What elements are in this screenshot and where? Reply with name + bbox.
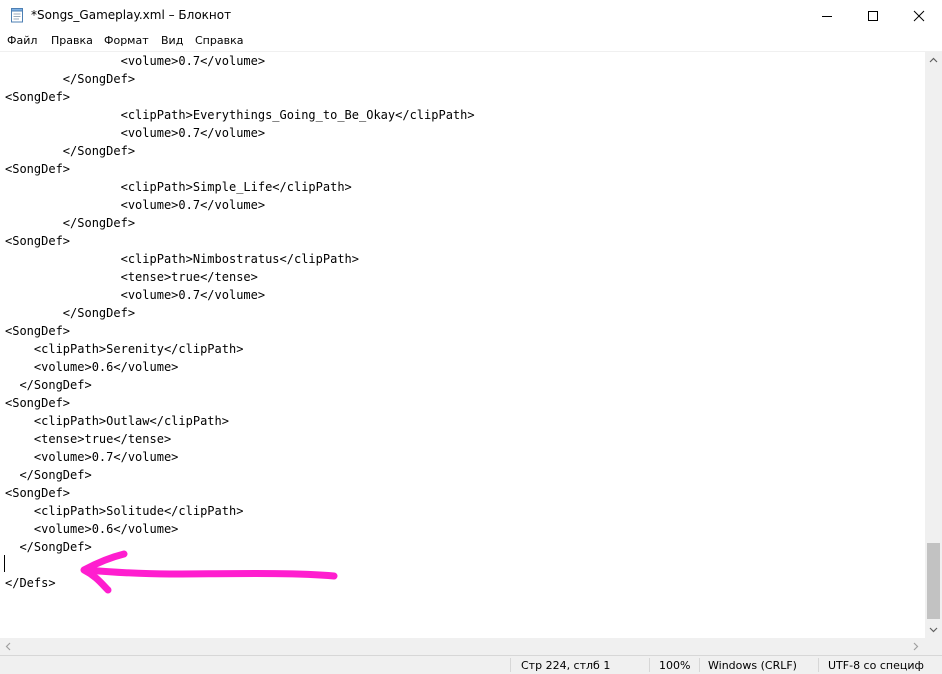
status-separator <box>818 658 819 672</box>
scroll-right-icon[interactable] <box>913 642 919 651</box>
menu-help[interactable]: Справка <box>195 34 243 47</box>
window-title: *Songs_Gameplay.xml – Блокнот <box>31 8 232 22</box>
arrow-left-annotation <box>80 550 338 594</box>
text-editor[interactable]: <volume>0.7</volume> </SongDef> <SongDef… <box>0 52 925 638</box>
maximize-icon <box>868 10 878 21</box>
minimize-button[interactable] <box>804 0 850 31</box>
menu-view[interactable]: Вид <box>161 34 183 47</box>
status-separator <box>699 658 700 672</box>
file-encoding: UTF-8 со специф <box>828 659 924 672</box>
vertical-scroll-thumb[interactable] <box>927 543 940 619</box>
zoom-level: 100% <box>659 659 691 672</box>
scrollbar-corner <box>925 638 942 655</box>
scroll-left-icon[interactable] <box>5 642 11 651</box>
scroll-down-icon[interactable] <box>929 627 938 633</box>
title-bar[interactable]: *Songs_Gameplay.xml – Блокнот <box>0 0 942 31</box>
minimize-icon <box>822 15 832 17</box>
status-separator <box>510 658 511 672</box>
menu-file[interactable]: Файл <box>7 34 37 47</box>
notepad-icon <box>11 8 23 23</box>
menu-edit[interactable]: Правка <box>51 34 93 47</box>
vertical-scrollbar[interactable] <box>925 52 942 638</box>
close-icon <box>913 10 925 21</box>
menu-bar: Файл Правка Формат Вид Справка <box>0 31 942 52</box>
status-bar: Стр 224, стлб 1 100% Windows (CRLF) UTF-… <box>0 655 942 674</box>
cursor-position: Стр 224, стлб 1 <box>521 659 611 672</box>
status-separator <box>649 658 650 672</box>
horizontal-scrollbar[interactable] <box>0 638 925 655</box>
maximize-button[interactable] <box>850 0 896 31</box>
line-ending: Windows (CRLF) <box>708 659 797 672</box>
scroll-up-icon[interactable] <box>929 57 938 63</box>
menu-format[interactable]: Формат <box>104 34 149 47</box>
close-button[interactable] <box>896 0 942 31</box>
